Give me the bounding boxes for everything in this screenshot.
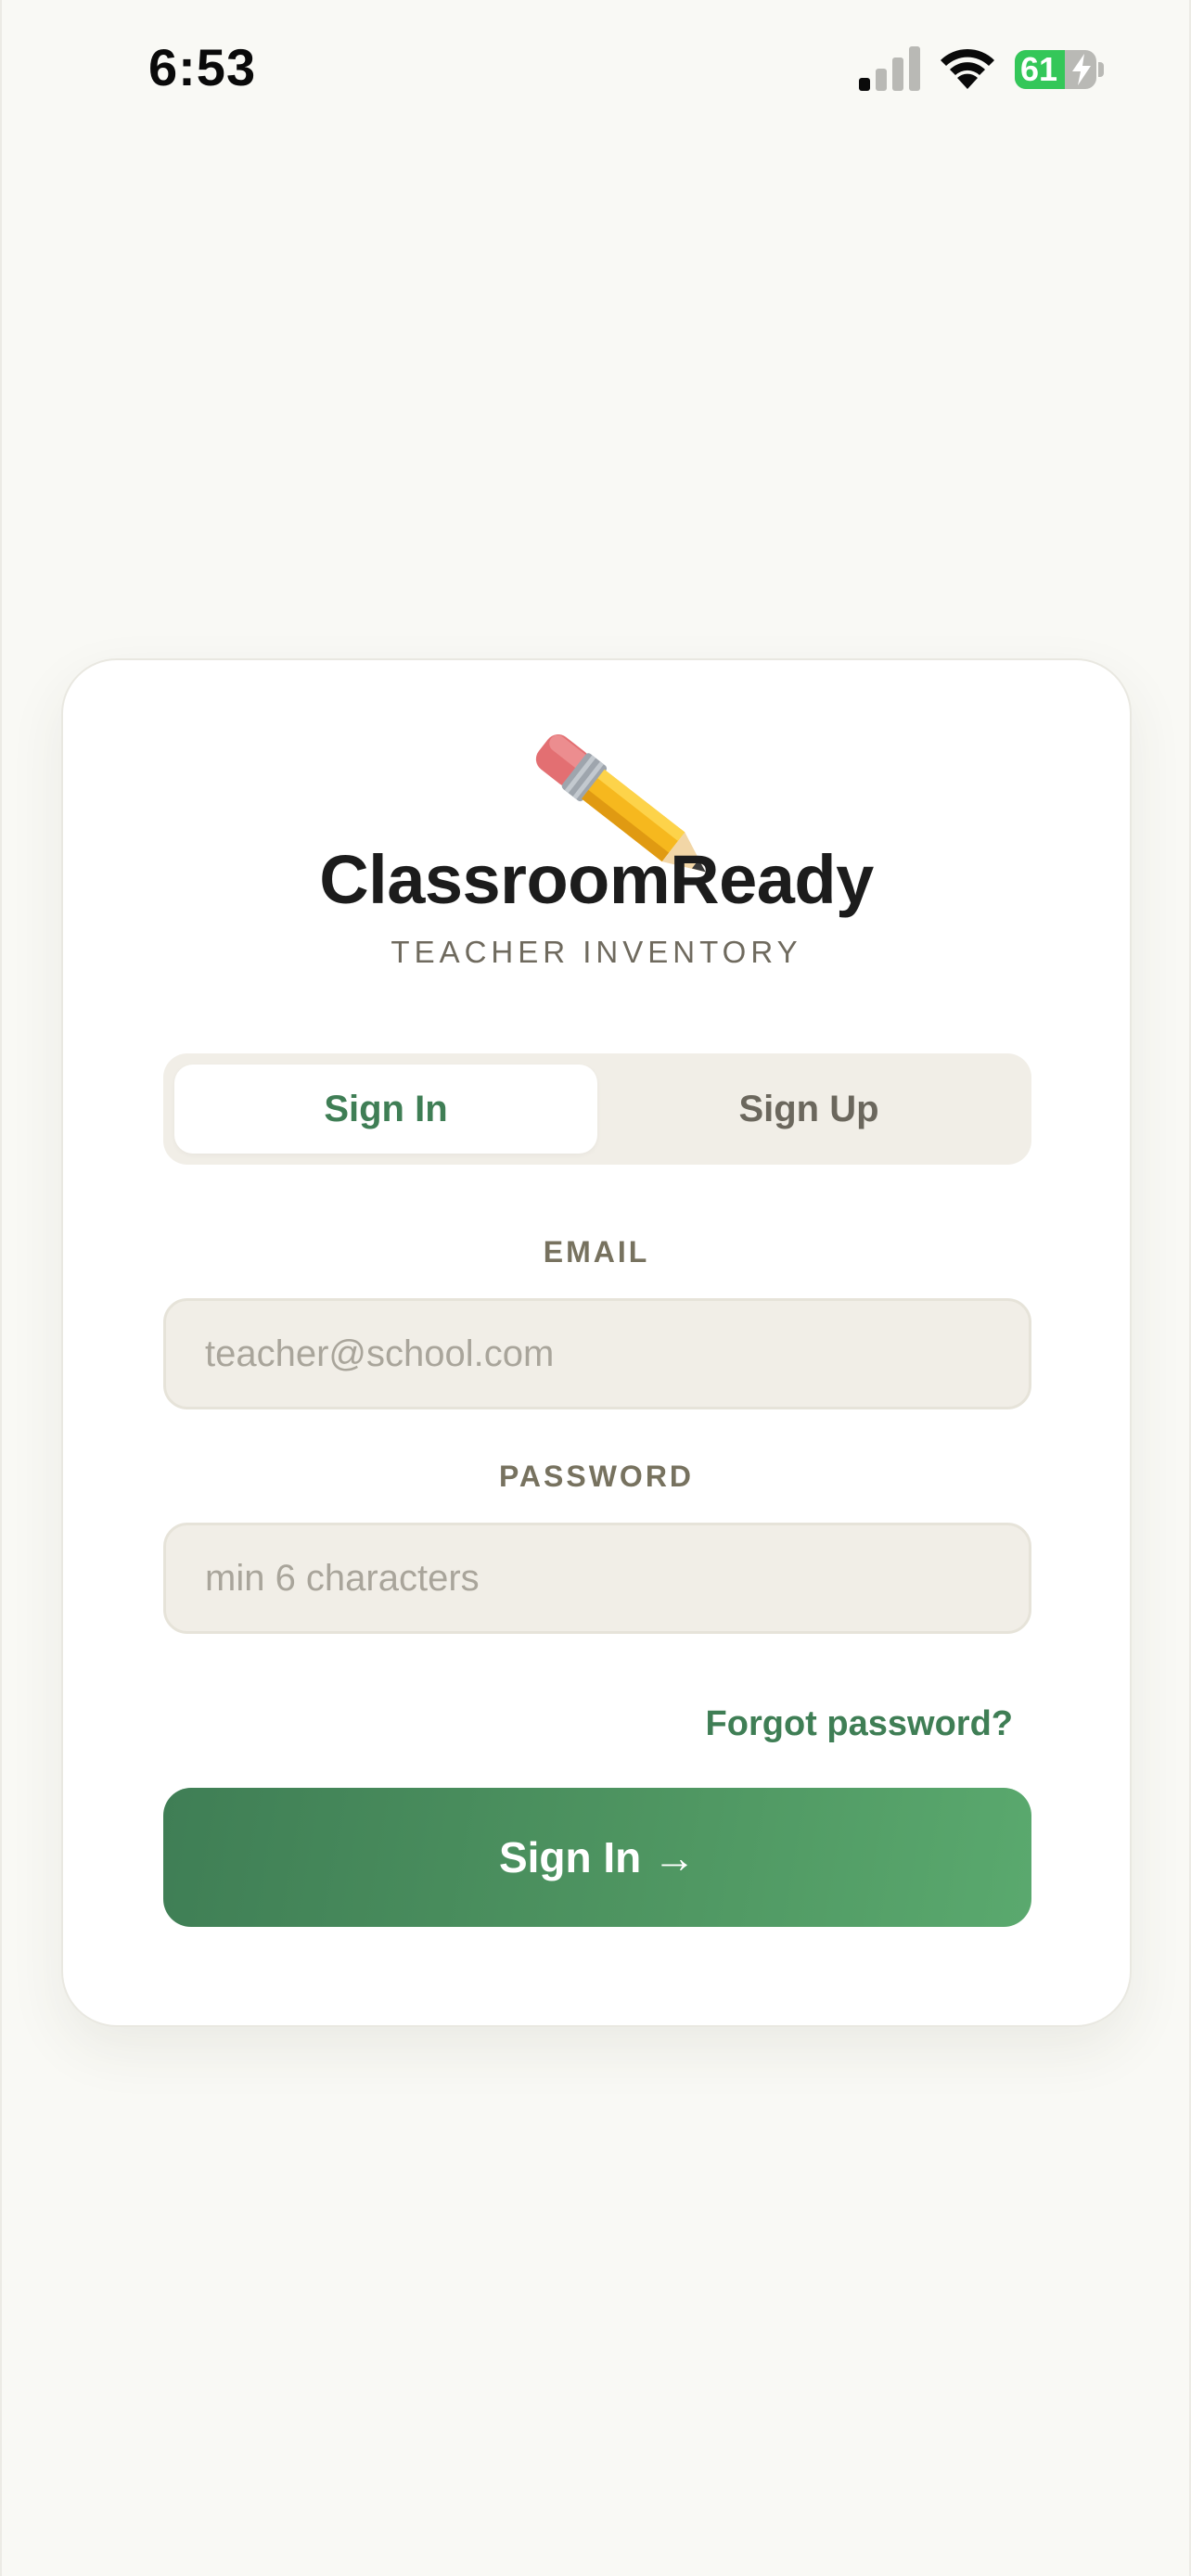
sign-in-button[interactable]: Sign In → xyxy=(163,1788,1031,1927)
auth-card: ClassroomReady TEACHER INVENTORY Sign In… xyxy=(61,658,1132,2027)
password-label: PASSWORD xyxy=(498,1460,695,1493)
battery-nub xyxy=(1098,62,1104,77)
battery-percent: 61 xyxy=(1020,50,1058,88)
email-label: EMAIL xyxy=(543,1235,650,1269)
forgot-password-link[interactable]: Forgot password? xyxy=(706,1704,1013,1744)
tab-sign-up[interactable]: Sign Up xyxy=(597,1065,1020,1154)
app-title: ClassroomReady xyxy=(319,841,874,918)
auth-mode-tabs: Sign In Sign Up xyxy=(163,1053,1031,1165)
cellular-signal-icon xyxy=(859,46,920,91)
password-field[interactable] xyxy=(163,1523,1031,1634)
email-field[interactable] xyxy=(163,1298,1031,1409)
tab-sign-in[interactable]: Sign In xyxy=(174,1065,597,1154)
status-bar: 6:53 61 xyxy=(2,0,1191,139)
wifi-icon xyxy=(941,48,994,89)
charging-bolt-icon xyxy=(1072,54,1091,85)
app-subtitle: TEACHER INVENTORY xyxy=(391,935,802,969)
battery-body: 61 xyxy=(1015,50,1096,89)
status-time: 6:53 xyxy=(148,38,257,96)
battery-indicator: 61 xyxy=(1015,50,1104,89)
